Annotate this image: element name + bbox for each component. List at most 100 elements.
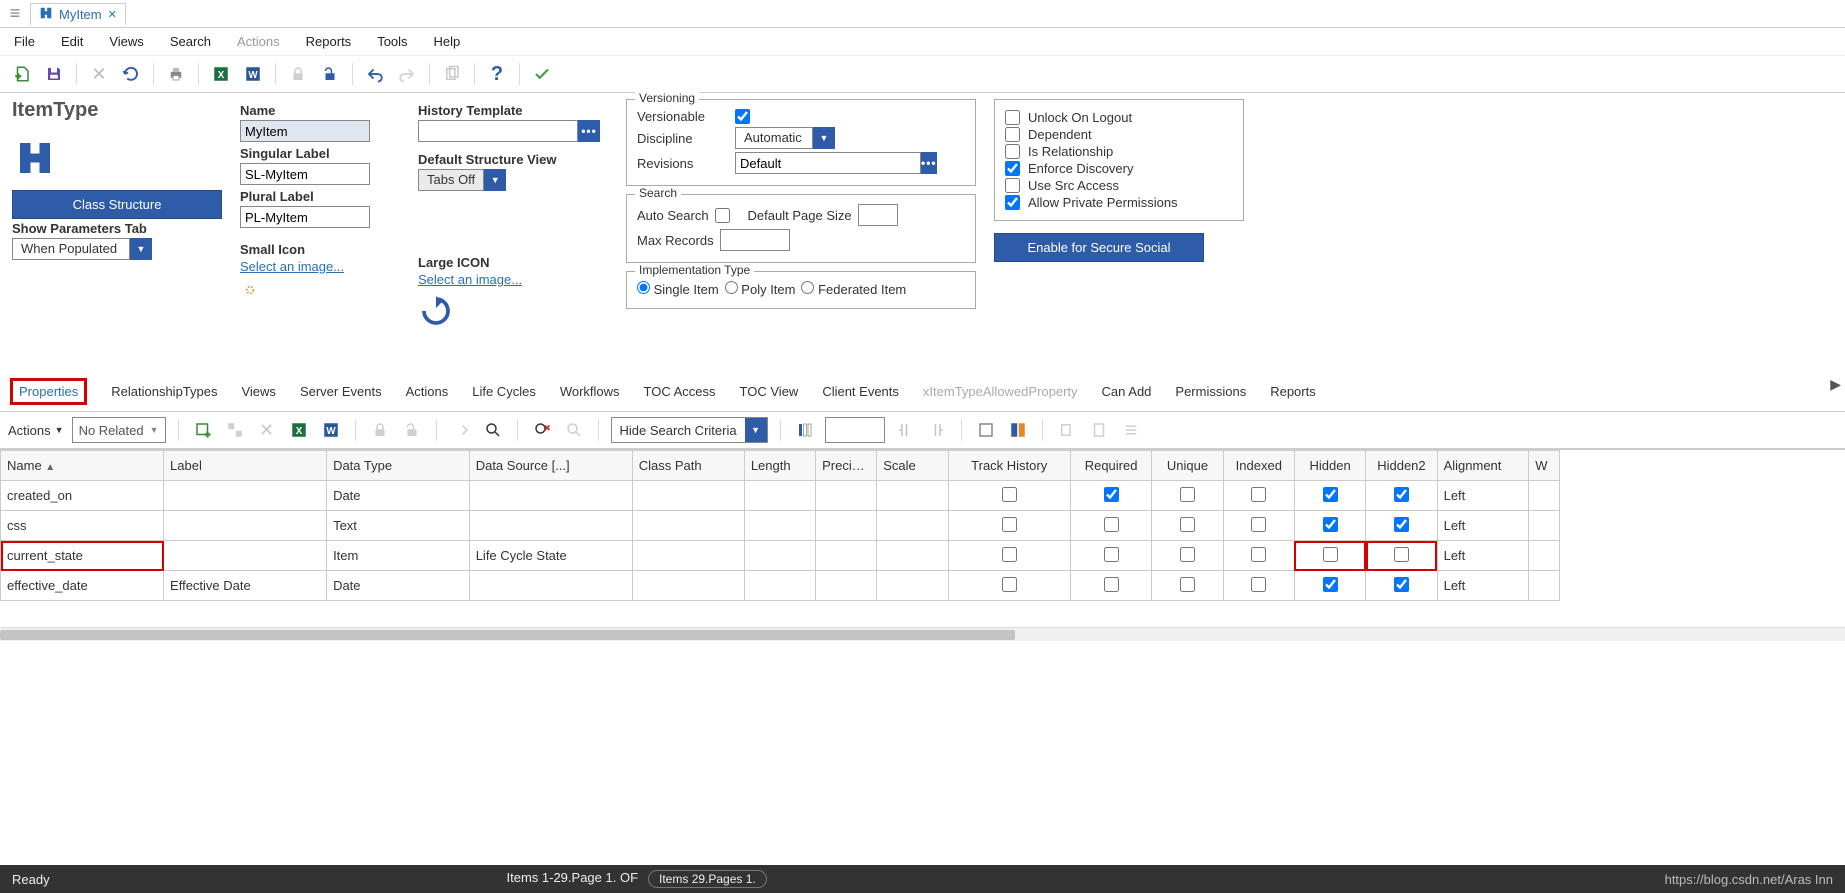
- reltab-reports[interactable]: Reports: [1270, 384, 1316, 399]
- cell[interactable]: [164, 481, 327, 511]
- pick-related-icon[interactable]: [223, 418, 247, 442]
- reltab-relationshiptypes[interactable]: RelationshipTypes: [111, 384, 217, 399]
- history-input[interactable]: [418, 120, 578, 142]
- grid-checkbox[interactable]: [1180, 547, 1195, 562]
- impl-single[interactable]: Single Item: [637, 281, 719, 297]
- col-w[interactable]: W: [1529, 451, 1560, 481]
- search-rel-icon[interactable]: [481, 418, 505, 442]
- grid-checkbox[interactable]: [1002, 487, 1017, 502]
- menu-file[interactable]: File: [14, 34, 35, 49]
- cell[interactable]: [1366, 541, 1437, 571]
- delete-icon[interactable]: ✕: [85, 60, 113, 88]
- impl-federated[interactable]: Federated Item: [801, 281, 906, 297]
- ellipsis-icon[interactable]: •••: [578, 120, 600, 142]
- cell[interactable]: [816, 541, 877, 571]
- col-required[interactable]: Required: [1070, 451, 1152, 481]
- show-item-icon[interactable]: [974, 418, 998, 442]
- select-col-icon[interactable]: [793, 418, 817, 442]
- cell[interactable]: Life Cycle State: [469, 541, 632, 571]
- close-tab-button[interactable]: ✕: [108, 8, 117, 21]
- grid-checkbox[interactable]: [1251, 517, 1266, 532]
- grid-checkbox[interactable]: [1323, 547, 1338, 562]
- col-hidden2[interactable]: Hidden2: [1366, 451, 1437, 481]
- grid-checkbox[interactable]: [1104, 577, 1119, 592]
- col-track-history[interactable]: Track History: [948, 451, 1070, 481]
- cell[interactable]: Left: [1437, 571, 1529, 601]
- col-class-path[interactable]: Class Path: [632, 451, 744, 481]
- undo-icon[interactable]: [361, 60, 389, 88]
- unlock-rel-icon[interactable]: [400, 418, 424, 442]
- select-large-image-link[interactable]: Select an image...: [418, 272, 608, 287]
- cell[interactable]: created_on: [1, 481, 164, 511]
- cell[interactable]: [816, 481, 877, 511]
- cell[interactable]: [1152, 571, 1223, 601]
- cell[interactable]: [1223, 541, 1294, 571]
- cell[interactable]: [744, 481, 815, 511]
- cell[interactable]: [816, 511, 877, 541]
- cell[interactable]: [469, 481, 632, 511]
- next-page-icon[interactable]: [925, 418, 949, 442]
- paste-row-icon[interactable]: [1087, 418, 1111, 442]
- menu-search[interactable]: Search: [170, 34, 211, 49]
- help-icon[interactable]: ?: [483, 60, 511, 88]
- revisions-field[interactable]: •••: [735, 152, 905, 174]
- grid-checkbox[interactable]: [1104, 517, 1119, 532]
- no-related-select[interactable]: No Related▼: [72, 417, 166, 443]
- cell[interactable]: Text: [327, 511, 470, 541]
- reltab-toc-access[interactable]: TOC Access: [644, 384, 716, 399]
- search-again-icon[interactable]: [562, 418, 586, 442]
- col-data-type[interactable]: Data Type: [327, 451, 470, 481]
- menu-help[interactable]: Help: [434, 34, 461, 49]
- cell[interactable]: [632, 541, 744, 571]
- cell[interactable]: [1294, 481, 1365, 511]
- name-input[interactable]: [240, 120, 370, 142]
- grid-checkbox[interactable]: [1394, 517, 1409, 532]
- export-excel-icon[interactable]: X: [207, 60, 235, 88]
- cell[interactable]: [1294, 571, 1365, 601]
- print-icon[interactable]: [162, 60, 190, 88]
- chevron-down-icon[interactable]: ▼: [813, 127, 835, 149]
- grid-checkbox[interactable]: [1104, 487, 1119, 502]
- col-data-source-[interactable]: Data Source [...]: [469, 451, 632, 481]
- reltab-toc-view[interactable]: TOC View: [740, 384, 799, 399]
- main-menu-button[interactable]: ≡: [0, 3, 30, 24]
- cell[interactable]: [816, 571, 877, 601]
- secure-social-button[interactable]: Enable for Secure Social: [994, 233, 1204, 262]
- cell[interactable]: [948, 571, 1070, 601]
- add-row-icon[interactable]: [191, 418, 215, 442]
- cell[interactable]: [1152, 541, 1223, 571]
- grid-checkbox[interactable]: [1394, 577, 1409, 592]
- versionable-checkbox[interactable]: [735, 109, 750, 124]
- max-records-input[interactable]: [720, 229, 790, 251]
- reltab-life-cycles[interactable]: Life Cycles: [472, 384, 536, 399]
- impl-poly[interactable]: Poly Item: [725, 281, 796, 297]
- cell[interactable]: [1366, 571, 1437, 601]
- auto-search-checkbox[interactable]: [715, 208, 730, 223]
- select-small-image-link[interactable]: Select an image...: [240, 259, 400, 274]
- cell[interactable]: Effective Date: [164, 571, 327, 601]
- grid-checkbox[interactable]: [1002, 577, 1017, 592]
- col-preci-[interactable]: Preci…: [816, 451, 877, 481]
- col-name[interactable]: Name ▲: [1, 451, 164, 481]
- reltab-client-events[interactable]: Client Events: [822, 384, 899, 399]
- enforce-checkbox[interactable]: [1005, 161, 1020, 176]
- grid-checkbox[interactable]: [1394, 547, 1409, 562]
- grid-checkbox[interactable]: [1180, 487, 1195, 502]
- cell[interactable]: [1223, 511, 1294, 541]
- cell[interactable]: [1366, 511, 1437, 541]
- default-page-size-input[interactable]: [858, 204, 898, 226]
- singular-input[interactable]: [240, 163, 370, 185]
- cell[interactable]: [744, 511, 815, 541]
- allow-priv-checkbox[interactable]: [1005, 195, 1020, 210]
- cell[interactable]: Date: [327, 571, 470, 601]
- cell[interactable]: [1223, 571, 1294, 601]
- cell[interactable]: [632, 571, 744, 601]
- cell[interactable]: [1529, 481, 1560, 511]
- col-indexed[interactable]: Indexed: [1223, 451, 1294, 481]
- cell[interactable]: Left: [1437, 541, 1529, 571]
- cell[interactable]: [164, 541, 327, 571]
- col-alignment[interactable]: Alignment: [1437, 451, 1529, 481]
- cell[interactable]: Left: [1437, 511, 1529, 541]
- menu-views[interactable]: Views: [109, 34, 143, 49]
- document-tab[interactable]: MyItem ✕: [30, 3, 126, 25]
